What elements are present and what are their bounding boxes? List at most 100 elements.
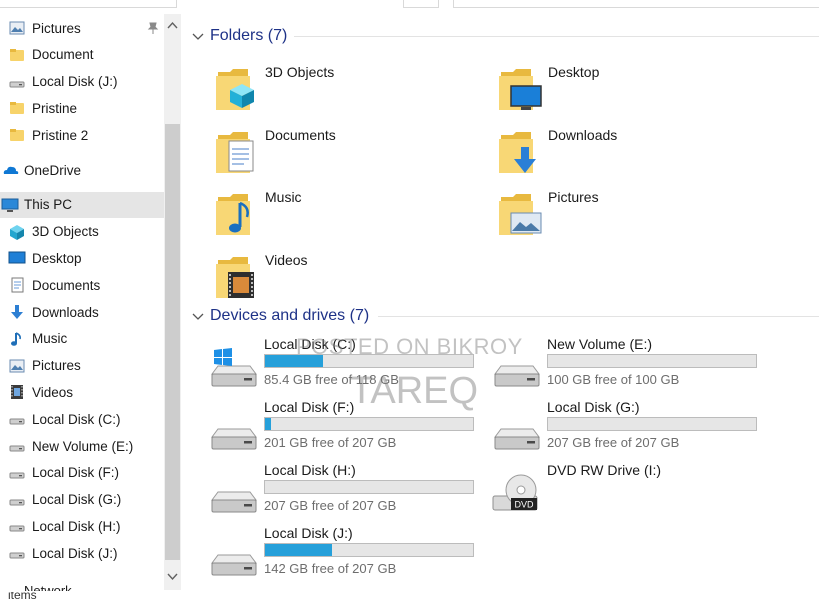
folders-section-header[interactable]: Folders (7) — [192, 26, 287, 46]
sidebar-item-local-disk-c[interactable]: Local Disk (C:) — [0, 406, 164, 432]
drive-free-space: 142 GB free of 207 GB — [264, 561, 397, 576]
drive-icon — [9, 525, 25, 532]
sidebar-item-label: Local Disk (J:) — [32, 74, 118, 90]
drive-icon — [9, 472, 25, 479]
drive-tile-new-volume-e[interactable]: New Volume (E:) 100 GB free of 100 GB — [491, 336, 781, 392]
folder-icon — [10, 129, 24, 142]
drive-usage-bar — [547, 354, 757, 368]
sidebar-item-label: Downloads — [32, 304, 99, 320]
scroll-down-arrow-icon[interactable] — [167, 571, 178, 582]
sidebar-item-label: Local Disk (C:) — [32, 411, 121, 427]
onedrive-icon — [3, 166, 19, 175]
drive-icon — [494, 428, 540, 450]
drive-tile-local-disk-h[interactable]: Local Disk (H:) 207 GB free of 207 GB — [208, 462, 498, 518]
drive-icon — [9, 445, 25, 452]
drive-icon — [211, 554, 257, 576]
drive-name: Local Disk (H:) — [264, 462, 356, 478]
drive-name: Local Disk (J:) — [264, 525, 353, 541]
sidebar-item-this-pc[interactable]: This PC — [0, 191, 164, 218]
drive-icon — [211, 491, 257, 513]
sidebar-item-local-disk-g[interactable]: Local Disk (G:) — [0, 487, 164, 513]
folder-name: Videos — [265, 252, 308, 268]
scroll-up-arrow-icon[interactable] — [167, 20, 178, 31]
sidebar-item-downloads[interactable]: Downloads — [0, 299, 164, 325]
pictures-folder-icon — [499, 194, 542, 235]
drive-usage-bar — [264, 480, 474, 494]
sidebar-item-onedrive[interactable]: OneDrive — [0, 157, 164, 183]
address-bar-edge[interactable] — [403, 0, 439, 8]
pictures-icon — [9, 359, 25, 373]
status-bar: items — [0, 592, 819, 600]
folder-tile-downloads[interactable]: Downloads — [497, 127, 757, 183]
drive-usage-bar — [264, 417, 474, 431]
sidebar-item-label: Videos — [32, 384, 74, 400]
folder-name: 3D Objects — [265, 64, 335, 80]
sidebar-item-local-disk-f[interactable]: Local Disk (F:) — [0, 460, 164, 486]
sidebar-item-3d-objects[interactable]: 3D Objects — [0, 219, 164, 245]
drive-icon — [494, 365, 540, 387]
drive-icon — [9, 81, 25, 88]
pin-icon[interactable] — [146, 21, 160, 35]
folders-section-title: Folders (7) — [210, 27, 288, 44]
sidebar-item-label: Pictures — [32, 358, 81, 374]
drives-section-title: Devices and drives (7) — [210, 307, 370, 324]
nav-scrollbar[interactable] — [164, 14, 181, 590]
pictures-icon — [9, 21, 25, 35]
3d-objects-icon — [10, 224, 24, 240]
status-text: items — [8, 592, 37, 600]
folder-tile-desktop[interactable]: Desktop — [497, 64, 757, 120]
folder-name: Documents — [265, 127, 336, 143]
this-pc-icon — [1, 198, 19, 212]
drive-usage-bar — [264, 543, 474, 557]
sidebar-item-document[interactable]: Document — [0, 42, 164, 68]
drive-free-space: 85.4 GB free of 118 GB — [264, 372, 399, 387]
folder-tile-videos[interactable]: Videos — [214, 252, 474, 308]
search-box-edge[interactable] — [453, 0, 819, 8]
section-divider — [294, 36, 819, 37]
videos-icon — [11, 385, 23, 400]
drive-usage-fill — [265, 544, 332, 556]
scroll-thumb[interactable] — [165, 124, 180, 560]
sidebar-item-label: Local Disk (J:) — [32, 545, 118, 561]
sidebar-item-local-disk-h[interactable]: Local Disk (H:) — [0, 513, 164, 539]
chevron-down-icon[interactable] — [192, 310, 204, 322]
folder-tile-documents[interactable]: Documents — [214, 127, 474, 183]
drives-section-header[interactable]: Devices and drives (7) — [192, 306, 369, 326]
drive-icon — [9, 418, 25, 425]
folder-tile-pictures[interactable]: Pictures — [497, 189, 757, 245]
videos-folder-icon — [216, 257, 254, 298]
drive-tile-local-disk-g[interactable]: Local Disk (G:) 207 GB free of 207 GB — [491, 399, 781, 455]
drive-tile-local-disk-j[interactable]: Local Disk (J:) 142 GB free of 207 GB — [208, 525, 498, 581]
sidebar-item-label: Local Disk (G:) — [32, 492, 122, 508]
navigation-pane[interactable]: Pictures Document Local Disk (J:) Pristine P… — [0, 14, 164, 594]
drive-icon — [9, 499, 25, 506]
drive-usage-bar — [547, 417, 757, 431]
sidebar-item-videos[interactable]: Videos — [0, 379, 164, 405]
sidebar-item-local-disk-j[interactable]: Local Disk (J:) — [0, 69, 164, 95]
sidebar-item-label: New Volume (E:) — [32, 438, 134, 454]
sidebar-item-local-disk-j[interactable]: Local Disk (J:) — [0, 540, 164, 566]
chevron-down-icon[interactable] — [192, 30, 204, 42]
sidebar-item-pictures[interactable]: Pictures — [0, 353, 164, 379]
sidebar-item-label: Desktop — [32, 250, 82, 266]
drive-tile-local-disk-f[interactable]: Local Disk (F:) 201 GB free of 207 GB — [208, 399, 498, 455]
drive-tile-dvd-rw-drive-i[interactable]: DVD DVD RW Drive (I:) — [491, 462, 781, 518]
section-divider — [378, 316, 819, 317]
folder-tile-music[interactable]: Music — [214, 189, 474, 245]
drive-tile-local-disk-c[interactable]: Local Disk (C:) 85.4 GB free of 118 GB — [208, 336, 498, 392]
drive-usage-fill — [265, 418, 272, 430]
sidebar-item-label: Music — [32, 331, 68, 347]
folder-tile-3d-objects[interactable]: 3D Objects — [214, 64, 474, 120]
sidebar-item-music[interactable]: Music — [0, 326, 164, 352]
sidebar-item-network[interactable]: Network — [0, 577, 164, 591]
sidebar-item-pristine-2[interactable]: Pristine 2 — [0, 122, 164, 148]
sidebar-item-new-volume-e[interactable]: New Volume (E:) — [0, 433, 164, 459]
dvd-drive-icon: DVD — [492, 474, 538, 511]
sidebar-item-documents[interactable]: Documents — [0, 272, 164, 298]
sidebar-item-pristine[interactable]: Pristine — [0, 95, 164, 121]
sidebar-item-desktop[interactable]: Desktop — [0, 245, 164, 271]
drive-icon — [9, 552, 25, 559]
sidebar-item-pictures[interactable]: Pictures — [0, 15, 164, 41]
folder-name: Downloads — [548, 127, 618, 143]
drive-name: Local Disk (F:) — [264, 399, 355, 415]
